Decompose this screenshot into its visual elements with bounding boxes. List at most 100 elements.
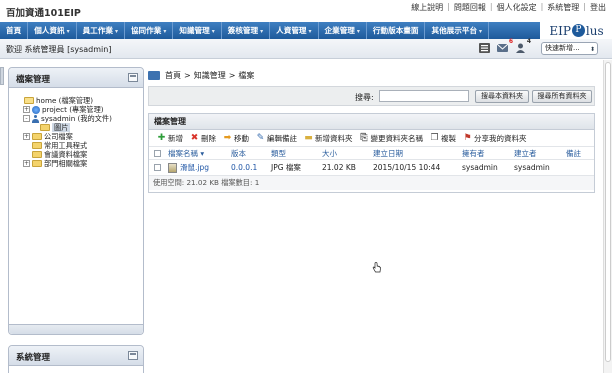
- copy-icon: ❐: [430, 132, 439, 143]
- breadcrumb-knowledge[interactable]: 知識管理: [194, 70, 226, 81]
- col-creator[interactable]: 建立者: [514, 147, 537, 160]
- tree-node-label[interactable]: 公司檔案: [44, 132, 73, 141]
- tree-node[interactable]: home (檔案管理): [15, 96, 112, 105]
- report-issue-link[interactable]: 問題回報: [454, 2, 486, 13]
- logout-link[interactable]: 登出: [590, 2, 606, 13]
- chevron-down-icon: ▾: [356, 28, 360, 35]
- tree-node-label[interactable]: project (專案管理): [42, 105, 104, 114]
- expand-icon[interactable]: +: [23, 106, 30, 113]
- col-type[interactable]: 類型: [271, 147, 286, 160]
- nav-item[interactable]: 其他展示平台 ▾: [425, 22, 490, 39]
- mail-icon[interactable]: 6: [496, 38, 513, 54]
- docs-icon[interactable]: [478, 42, 491, 54]
- sidebar-collapse-handle[interactable]: [0, 67, 4, 85]
- col-name[interactable]: 檔案名稱 ▾: [168, 147, 204, 160]
- row-checkbox[interactable]: [154, 164, 161, 171]
- folder-icon: ▬: [304, 132, 313, 143]
- page-scrollbar[interactable]: [603, 60, 612, 373]
- table-row[interactable]: 滑鼠.jpg 0.0.0.1 JPG 檔案 21.02 KB 2015/10/1…: [149, 160, 594, 176]
- mail-count-badge: 6: [508, 38, 513, 45]
- toolbar-pencil-button[interactable]: ✎ 編輯備註: [256, 133, 297, 144]
- tree-node-label[interactable]: sysadmin (我的文件): [41, 114, 112, 123]
- minimize-icon[interactable]: [128, 73, 138, 82]
- toolbar-arrow-right-button[interactable]: ➡ 移動: [223, 133, 249, 144]
- toolbar-plus-button[interactable]: ✚ 新增: [157, 133, 183, 144]
- tree-node[interactable]: 圖片: [15, 123, 112, 132]
- file-created: 2015/10/15 10:44: [373, 163, 441, 172]
- share-icon: ⚑: [463, 132, 472, 143]
- scrollbar-thumb[interactable]: [605, 62, 611, 362]
- tree-node-label[interactable]: 常用工具程式: [44, 141, 87, 150]
- toolbar-button-label: 刪除: [201, 133, 216, 143]
- chevron-down-icon: ⬍: [589, 46, 595, 53]
- minimize-icon[interactable]: [128, 351, 138, 360]
- tree-node-label[interactable]: 部門相關檔案: [44, 159, 87, 168]
- toolbar-x-button[interactable]: ✖ 刪除: [190, 133, 216, 144]
- col-note[interactable]: 備註: [566, 147, 581, 160]
- nav-item[interactable]: 協同作業 ▾: [125, 22, 174, 39]
- col-created[interactable]: 建立日期: [373, 147, 403, 160]
- nav-item-label: 行動版本畫面: [372, 26, 419, 35]
- file-version-link[interactable]: 0.0.0.1: [231, 160, 257, 176]
- col-owner[interactable]: 擁有者: [462, 147, 485, 160]
- table-header: 檔案名稱 ▾ 版本 類型 大小 建立日期 擁有者 建立者 備註: [149, 147, 594, 160]
- toolbar-folder-button[interactable]: ▬ 新增資料夾: [304, 132, 352, 144]
- panel-title: 檔案管理: [16, 75, 51, 85]
- quick-new-select[interactable]: 快速新增... ⬍: [541, 42, 598, 55]
- nav-item[interactable]: 知識管理 ▾: [173, 22, 222, 39]
- chevron-down-icon: ▾: [479, 28, 483, 35]
- col-version[interactable]: 版本: [231, 147, 246, 160]
- breadcrumb-home[interactable]: 首頁: [165, 70, 181, 81]
- file-name-cell[interactable]: 滑鼠.jpg: [168, 160, 209, 176]
- tree-node[interactable]: 常用工具程式: [15, 141, 112, 150]
- folder-open-icon: [24, 97, 34, 104]
- nav-item[interactable]: 員工作業 ▾: [77, 22, 125, 39]
- nav-item-label: 人資管理: [276, 26, 307, 35]
- file-creator: sysadmin: [514, 163, 550, 172]
- nav-item[interactable]: 人資管理 ▾: [270, 22, 319, 39]
- search-input[interactable]: [379, 90, 469, 102]
- tree-node-label[interactable]: 圖片: [52, 123, 71, 132]
- tree-node[interactable]: + 公司檔案: [15, 132, 112, 141]
- toolbar-button-label: 編輯備註: [267, 133, 297, 143]
- tree-node-label[interactable]: 會議資料檔案: [44, 150, 87, 159]
- help-link[interactable]: 線上說明: [411, 2, 443, 13]
- folder-icon: [32, 151, 42, 158]
- chevron-down-icon: ▾: [260, 28, 264, 35]
- nav-item-label: 其他展示平台: [431, 26, 478, 35]
- toolbar-rename-button[interactable]: ⎘ 變更資料夾名稱: [360, 133, 423, 144]
- expand-icon[interactable]: +: [23, 160, 30, 167]
- panel-header: 系統管理: [9, 346, 143, 366]
- expand-icon[interactable]: +: [23, 133, 30, 140]
- tree-node[interactable]: + project (專案管理): [15, 105, 112, 114]
- collapse-icon[interactable]: -: [23, 115, 30, 122]
- system-admin-link[interactable]: 系統管理: [547, 2, 579, 13]
- tree-node-label[interactable]: home (檔案管理): [36, 96, 93, 105]
- nav-item[interactable]: 首頁: [0, 22, 29, 39]
- select-all-checkbox[interactable]: [154, 150, 161, 157]
- globe-icon: [32, 105, 40, 114]
- personal-settings-link[interactable]: 個人化設定: [497, 2, 537, 13]
- pencil-icon: ✎: [256, 132, 265, 143]
- nav-item[interactable]: 簽核管理 ▾: [222, 22, 271, 39]
- search-this-folder-button[interactable]: 搜尋本資料夾: [475, 90, 529, 103]
- breadcrumb: 首頁 > 知識管理 > 檔案: [148, 70, 254, 81]
- nav-item[interactable]: 企業管理 ▾: [319, 22, 367, 39]
- nav-item[interactable]: 個人資訊 ▾: [28, 22, 77, 39]
- toolbar-share-button[interactable]: ⚑ 分享我的資料夾: [463, 132, 526, 144]
- separator: |: [447, 2, 450, 11]
- col-size[interactable]: 大小: [322, 147, 337, 160]
- file-name-link[interactable]: 滑鼠.jpg: [180, 163, 209, 172]
- user-count-badge: 4: [526, 38, 531, 45]
- tree-node[interactable]: - sysadmin (我的文件): [15, 114, 112, 123]
- notification-icons: 6 4: [478, 38, 531, 54]
- toolbar-copy-button[interactable]: ❐ 複製: [430, 133, 456, 144]
- search-all-folders-button[interactable]: 搜尋所有資料夾: [532, 90, 592, 103]
- panel-footer: [9, 324, 143, 334]
- nav-item[interactable]: 行動版本畫面: [367, 22, 426, 39]
- file-toolbar: ✚ 新增 ✖ 刪除 ➡ 移動 ✎ 編輯備註 ▬ 新增資料夾 ⎘ 變更資料夾名稱 ❐ 複製 ⚑ 分享我的資料夾: [149, 130, 594, 147]
- tree-node[interactable]: + 部門相關檔案: [15, 159, 112, 168]
- tree-node[interactable]: 會議資料檔案: [15, 150, 112, 159]
- users-icon[interactable]: 4: [514, 38, 531, 54]
